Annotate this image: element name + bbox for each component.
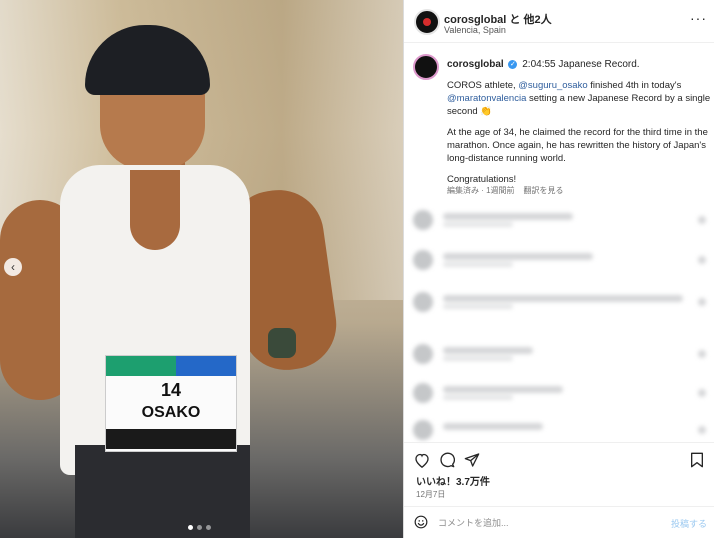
caption-timestamp: 編集済み · 1週間前 bbox=[447, 186, 515, 195]
translate-link[interactable]: 翻訳を見る bbox=[523, 186, 563, 195]
like-icon[interactable] bbox=[413, 451, 431, 469]
save-icon[interactable] bbox=[688, 451, 706, 469]
comment-item bbox=[413, 292, 708, 312]
mention-link[interactable]: @maratonvalencia bbox=[447, 93, 526, 104]
carousel-dot bbox=[197, 525, 202, 530]
share-icon[interactable] bbox=[463, 451, 481, 469]
more-options-icon[interactable]: ··· bbox=[690, 10, 707, 26]
post-location[interactable]: Valencia, Spain bbox=[444, 25, 506, 35]
post-comment-button[interactable]: 投稿する bbox=[671, 517, 707, 530]
caption-header: corosglobal ✓ 2:04:55 Japanese Record. bbox=[447, 59, 640, 70]
caption-username[interactable]: corosglobal bbox=[447, 59, 504, 70]
comment-item bbox=[413, 420, 708, 440]
comment-item bbox=[413, 250, 708, 270]
emoji-icon[interactable] bbox=[414, 515, 428, 529]
comment-icon[interactable] bbox=[438, 451, 456, 469]
carousel-prev-button[interactable]: ‹ bbox=[4, 258, 22, 276]
comment-bar: 投稿する bbox=[404, 506, 714, 539]
photo-runner-shorts bbox=[75, 445, 250, 538]
comment-item bbox=[413, 344, 708, 364]
photo-runner-chest bbox=[130, 170, 180, 250]
caption-headline: 2:04:55 Japanese Record. bbox=[522, 59, 640, 70]
race-bib: 14 OSAKO bbox=[105, 355, 237, 452]
post-date[interactable]: 12月7日 bbox=[416, 489, 445, 500]
bib-name: OSAKO bbox=[141, 404, 201, 421]
caption-paragraph: At the age of 34, he claimed the record … bbox=[447, 127, 708, 164]
post-panel: corosglobal と 他2人 Valencia, Spain ··· co… bbox=[403, 0, 714, 538]
post-photo[interactable]: 14 OSAKO ‹ bbox=[0, 0, 403, 538]
carousel-dots bbox=[188, 525, 211, 530]
action-bar bbox=[404, 442, 714, 473]
avatar[interactable] bbox=[414, 9, 440, 35]
caption-meta: 編集済み · 1週間前 翻訳を見る bbox=[447, 185, 563, 196]
likes-count[interactable]: いいね！3.7万件 bbox=[416, 473, 490, 488]
caption-body: COROS athlete, @suguru_osako finished 4t… bbox=[447, 79, 713, 194]
bib-number: 14 bbox=[160, 380, 182, 400]
caption-paragraph: COROS athlete, @suguru_osako finished 4t… bbox=[447, 80, 711, 117]
carousel-dot bbox=[188, 525, 193, 530]
post-header: corosglobal と 他2人 Valencia, Spain ··· bbox=[404, 0, 714, 43]
mention-link[interactable]: @suguru_osako bbox=[518, 80, 587, 91]
caption-avatar[interactable] bbox=[413, 54, 439, 80]
comment-item bbox=[413, 210, 708, 230]
verified-icon: ✓ bbox=[508, 59, 518, 69]
carousel-dot bbox=[206, 525, 211, 530]
photo-watch bbox=[268, 328, 296, 358]
comment-input[interactable] bbox=[438, 516, 658, 530]
comment-item bbox=[413, 383, 708, 403]
